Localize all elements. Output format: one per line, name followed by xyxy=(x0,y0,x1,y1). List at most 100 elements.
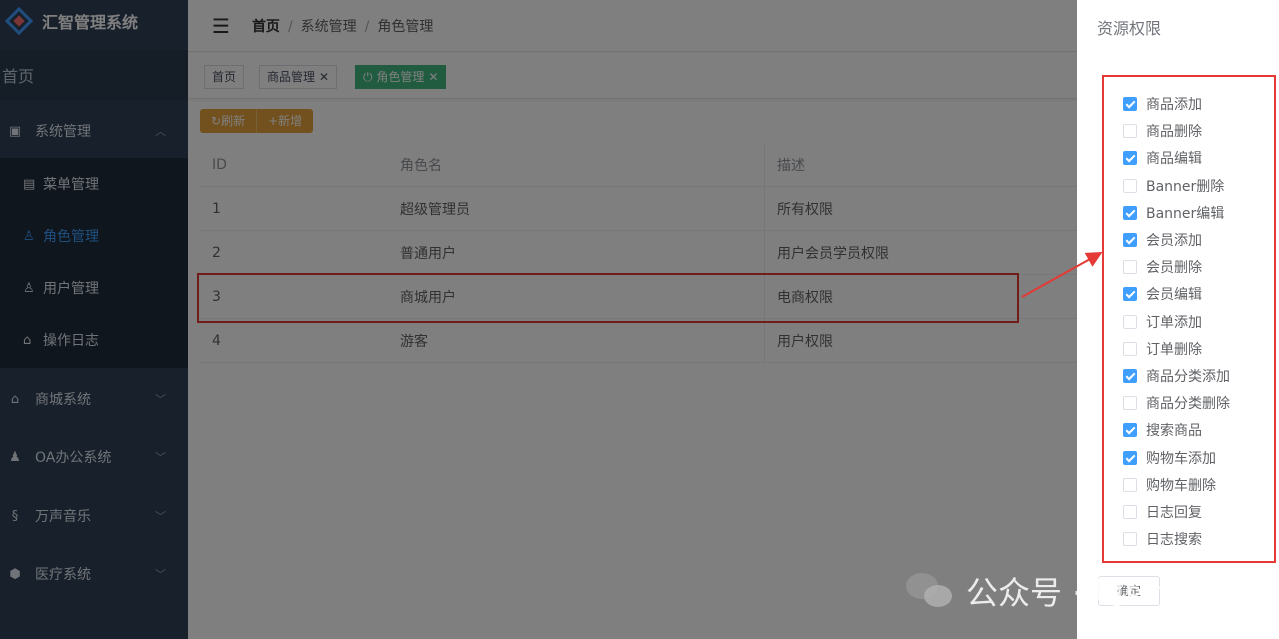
hamburger-icon[interactable]: ☰ xyxy=(212,14,230,38)
tag-role-management[interactable]: ⏻ 角色管理 ✕ xyxy=(355,65,447,89)
permission-checkbox[interactable]: 订单添加 xyxy=(1123,312,1202,332)
sidebar-menu-label: 商城系统 xyxy=(35,392,91,408)
checkbox-unchecked-icon[interactable] xyxy=(1123,341,1137,356)
submenu-system: ▤ 菜单管理 ♙ 角色管理 ♙ 用户管理 ⌂ 操作日志 xyxy=(0,158,188,368)
sidebar-menu-label: 系统管理 xyxy=(35,124,91,140)
sidebar-menu-3[interactable]: § 万声音乐 ﹀ xyxy=(0,488,188,544)
sidebar-subitem-1[interactable]: ♙ 角色管理 xyxy=(0,210,188,262)
sidebar-subitem-2[interactable]: ♙ 用户管理 xyxy=(0,262,188,314)
permission-checkbox[interactable]: Banner编辑 xyxy=(1123,203,1224,223)
permission-label: 搜索商品 xyxy=(1146,423,1202,440)
close-icon[interactable]: ✕ xyxy=(428,70,438,84)
add-label: 新增 xyxy=(278,114,303,128)
power-icon: ⏻ xyxy=(363,70,377,84)
sidebar-subitem-0[interactable]: ▤ 菜单管理 xyxy=(0,158,188,210)
permission-checkbox[interactable]: 购物车删除 xyxy=(1123,475,1216,495)
logo-icon xyxy=(4,6,34,36)
permission-label: 商品删除 xyxy=(1146,124,1202,141)
refresh-label: 刷新 xyxy=(221,114,246,128)
permission-checkbox[interactable]: 日志回复 xyxy=(1123,502,1202,522)
sidebar: 汇智管理系统 首页 ▣ 系统管理 ︿ ⌂ 商城系统 ﹀ ♟ OA办公系统 ﹀ § 万声音乐 ﹀ ⬢ 医疗系… xyxy=(0,0,188,639)
checkbox-unchecked-icon[interactable] xyxy=(1123,477,1137,492)
cell-role-name: 普通用户 xyxy=(400,245,456,262)
tag-home[interactable]: 首页 xyxy=(204,65,245,89)
checkbox-checked-icon[interactable] xyxy=(1123,450,1137,465)
cell-description: 所有权限 xyxy=(764,187,1064,230)
cell-description: 用户会员学员权限 xyxy=(764,231,1064,274)
permission-checkbox[interactable]: 会员编辑 xyxy=(1123,284,1202,304)
close-icon[interactable]: ✕ xyxy=(319,70,329,84)
checkbox-checked-icon[interactable] xyxy=(1123,233,1137,247)
permission-checkbox[interactable]: 会员删除 xyxy=(1123,257,1202,277)
sidebar-menu-1[interactable]: ⌂ 商城系统 ﹀ xyxy=(0,371,188,427)
checkbox-unchecked-icon[interactable] xyxy=(1123,505,1137,519)
tag-product-management[interactable]: 商品管理 ✕ xyxy=(259,65,338,89)
permission-checkbox[interactable]: Banner删除 xyxy=(1123,176,1224,196)
sidebar-subitem-label: 菜单管理 xyxy=(43,177,99,193)
checkbox-unchecked-icon[interactable] xyxy=(1123,314,1137,329)
column-header-description: 描述 xyxy=(764,143,1064,186)
permission-checkbox[interactable]: 商品删除 xyxy=(1123,121,1202,141)
chevron-down-icon: ﹀ xyxy=(155,393,166,406)
checkbox-unchecked-icon[interactable] xyxy=(1123,260,1137,275)
permission-checkbox[interactable]: 商品编辑 xyxy=(1123,148,1202,168)
permission-label: 日志回复 xyxy=(1146,505,1202,521)
users-icon: ♟ xyxy=(9,449,21,465)
sidebar-item-label: 首页 xyxy=(2,67,35,86)
checkbox-unchecked-icon[interactable] xyxy=(1123,396,1137,411)
permission-label: Banner删除 xyxy=(1146,178,1225,195)
checkbox-checked-icon[interactable] xyxy=(1123,97,1137,111)
sidebar-menu-0[interactable]: ▣ 系统管理 ︿ xyxy=(0,103,188,159)
breadcrumb-item[interactable]: 系统管理 xyxy=(301,19,357,35)
drawer-title: 资源权限 xyxy=(1097,19,1162,38)
add-button[interactable]: +新增 xyxy=(257,109,314,133)
breadcrumb-item[interactable]: 首页 xyxy=(252,19,280,35)
checkbox-checked-icon[interactable] xyxy=(1123,151,1137,166)
permission-checkbox[interactable]: 会员添加 xyxy=(1123,230,1202,250)
plus-icon: + xyxy=(268,114,279,128)
permission-checkbox[interactable]: 日志搜索 xyxy=(1123,529,1202,549)
breadcrumb-separator: / xyxy=(287,18,293,35)
monitor-icon: ▣ xyxy=(8,123,22,139)
sidebar-menu-label: OA办公系统 xyxy=(35,450,112,466)
highlight-box xyxy=(197,273,1019,323)
sidebar-menu-label: 万声音乐 xyxy=(35,509,91,525)
home-icon: ⌂ xyxy=(10,391,20,407)
cell-id: 2 xyxy=(212,244,221,261)
permission-checkbox[interactable]: 商品分类删除 xyxy=(1123,393,1230,413)
user-icon: ♙ xyxy=(23,228,35,244)
home-icon: ⌂ xyxy=(23,332,32,348)
checkbox-checked-icon[interactable] xyxy=(1123,205,1137,220)
sidebar-menu-4[interactable]: ⬢ 医疗系统 ﹀ xyxy=(0,546,188,602)
cell-description: 用户权限 xyxy=(764,319,1064,362)
tag-label: 首页 xyxy=(212,70,237,84)
sidebar-item-home[interactable]: 首页 xyxy=(0,50,188,100)
refresh-icon: ↻ xyxy=(211,114,222,128)
sidebar-subitem-3[interactable]: ⌂ 操作日志 xyxy=(0,314,188,366)
permission-checkbox[interactable]: 购物车添加 xyxy=(1123,448,1216,468)
refresh-button[interactable]: ↻刷新 xyxy=(200,109,258,133)
checkbox-checked-icon[interactable] xyxy=(1123,423,1137,438)
permission-checkbox[interactable]: 商品分类添加 xyxy=(1123,366,1230,386)
permission-label: 购物车删除 xyxy=(1146,477,1216,494)
app-logo[interactable]: 汇智管理系统 xyxy=(0,0,188,42)
breadcrumb-separator: / xyxy=(364,18,370,35)
checkbox-checked-icon[interactable] xyxy=(1123,369,1137,383)
permission-checkbox[interactable]: 订单删除 xyxy=(1123,339,1202,359)
toolbar: ↻刷新 +新增 xyxy=(200,109,314,133)
cell-id: 4 xyxy=(212,332,221,349)
checkbox-unchecked-icon[interactable] xyxy=(1123,124,1137,139)
sidebar-menu-2[interactable]: ♟ OA办公系统 ﹀ xyxy=(0,429,188,485)
permission-label: 商品分类添加 xyxy=(1146,369,1230,385)
wechat-icon xyxy=(906,571,956,611)
breadcrumb: 首页 / 系统管理 / 角色管理 xyxy=(252,16,433,36)
permission-label: 会员编辑 xyxy=(1146,287,1202,304)
chevron-down-icon: ﹀ xyxy=(155,510,166,523)
checkbox-unchecked-icon[interactable] xyxy=(1123,532,1137,547)
cell-id: 1 xyxy=(212,200,221,217)
permission-checkbox[interactable]: 搜索商品 xyxy=(1123,420,1202,440)
permission-checkbox[interactable]: 商品添加 xyxy=(1123,94,1202,114)
checkbox-checked-icon[interactable] xyxy=(1123,287,1137,302)
checkbox-unchecked-icon[interactable] xyxy=(1123,178,1137,193)
watermark: 公众号 · 周sir专栏 xyxy=(906,568,1227,614)
